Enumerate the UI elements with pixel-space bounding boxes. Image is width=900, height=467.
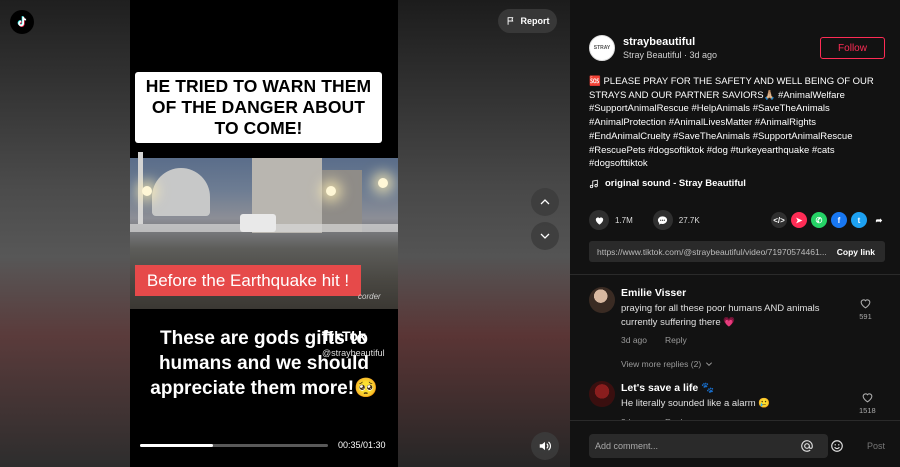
video-player[interactable]: HE TRIED TO WARN THEM OF THE DANGER ABOU… [130, 0, 398, 467]
van-shape [240, 214, 276, 232]
watermark-brand: TikTok [322, 328, 366, 344]
author-subline: Stray Beautiful · 3d ago [623, 50, 718, 60]
commenter-avatar[interactable] [589, 381, 615, 407]
twitter-icon[interactable]: t [851, 212, 867, 228]
comment-like[interactable]: 1518 [859, 391, 876, 415]
share-arrow-icon[interactable]: ➦ [871, 212, 887, 228]
commenter-name[interactable]: Let's save a life 🐾 [621, 381, 841, 394]
facebook-icon[interactable]: f [831, 212, 847, 228]
video-caption-top: HE TRIED TO WARN THEM OF THE DANGER ABOU… [135, 72, 382, 143]
comment-like-count: 591 [859, 312, 872, 321]
section-divider [570, 274, 900, 275]
share-buttons: </> ➤ ✆ f t ➦ [771, 212, 887, 228]
video-progress-bar[interactable] [140, 444, 328, 447]
sound-link[interactable]: original sound - Stray Beautiful [589, 178, 746, 189]
volume-button[interactable] [531, 432, 559, 460]
comment-bubble-icon [658, 215, 668, 225]
heart-outline-icon [860, 299, 871, 309]
mosque-shape [152, 168, 210, 216]
video-progress-fill [140, 444, 214, 447]
follow-button[interactable]: Follow [820, 37, 885, 59]
tiktok-note-icon [17, 16, 27, 27]
comment-button[interactable] [652, 210, 673, 230]
post-button[interactable]: Post [867, 441, 885, 451]
reply-button[interactable]: Reply [665, 335, 687, 345]
next-video-button[interactable] [531, 222, 559, 250]
whatsapp-icon[interactable]: ✆ [811, 212, 827, 228]
copy-link-button[interactable]: Copy link [827, 247, 885, 257]
author-username[interactable]: straybeautiful [623, 36, 717, 48]
building-shape-secondary [322, 170, 362, 232]
tiktok-logo-icon[interactable] [10, 10, 34, 34]
comment-meta: 3d ago Reply [621, 335, 841, 345]
author-avatar[interactable]: STRAY [589, 35, 615, 61]
heart-icon [595, 216, 603, 225]
commenter-name[interactable]: Emilie Visser [621, 287, 841, 299]
comment-count: 27.7K [678, 215, 700, 225]
report-label: Report [520, 16, 550, 26]
video-url[interactable]: https://www.tiktok.com/@straybeautiful/v… [589, 247, 827, 257]
send-friends-icon[interactable]: ➤ [791, 212, 807, 228]
flag-icon [507, 17, 513, 25]
comment-composer: Post [570, 420, 900, 467]
comment-body: Emilie Visser praying for all these poor… [621, 287, 841, 345]
video-description: 🆘 PLEASE PRAY FOR THE SAFETY AND WELL BE… [589, 76, 874, 170]
chevron-down-icon [540, 233, 550, 239]
copy-link-box: https://www.tiktok.com/@straybeautiful/v… [589, 241, 885, 262]
like-count: 1.7M [615, 215, 633, 225]
engagement-stats: 1.7M 27.7K [589, 210, 700, 230]
view-more-replies-label: View more replies (2) [621, 359, 702, 369]
chevron-up-icon [540, 199, 550, 205]
comment-text: praying for all these poor humans AND an… [621, 303, 820, 328]
comment-input[interactable] [589, 434, 828, 458]
street-light [378, 178, 388, 188]
mention-icon[interactable] [800, 439, 814, 453]
heart-outline-icon [862, 393, 873, 403]
video-red-label: Before the Earthquake hit ! [135, 265, 361, 296]
tiktok-watermark: TikTok @straybeautiful [322, 328, 385, 358]
like-button[interactable] [589, 210, 609, 230]
video-stage: Report HE TRIED TO WARN THEM OF THE DANG… [0, 0, 570, 467]
emoji-icon[interactable] [830, 439, 844, 453]
embed-icon[interactable]: </> [771, 212, 787, 228]
blurred-backdrop-left [0, 0, 130, 467]
volume-icon [539, 441, 551, 451]
street-light [326, 186, 336, 196]
author-info[interactable]: STRAY straybeautiful Stray Beautiful · 3… [589, 35, 717, 61]
chevron-down-icon [706, 362, 713, 367]
music-note-icon [589, 179, 598, 188]
watermark-username: @straybeautiful [322, 348, 385, 358]
author-display-name: Stray Beautiful [623, 50, 682, 60]
commenter-avatar[interactable] [589, 287, 615, 313]
details-panel: STRAY straybeautiful Stray Beautiful · 3… [570, 0, 900, 467]
comment-text: He literally sounded like a alarm 🥲 [621, 398, 771, 409]
street-light [142, 186, 152, 196]
report-button[interactable]: Report [498, 9, 557, 33]
previous-video-button[interactable] [531, 188, 559, 216]
comment-like[interactable]: 591 [859, 297, 872, 321]
video-time: 00:35/01:30 [338, 440, 386, 450]
tiktok-video-page: Report HE TRIED TO WARN THEM OF THE DANG… [0, 0, 900, 467]
comment-like-count: 1518 [859, 406, 876, 415]
comment-time: 3d ago [621, 335, 647, 345]
sound-title: original sound - Stray Beautiful [605, 178, 746, 189]
post-time: 3d ago [689, 50, 718, 60]
view-more-replies[interactable]: View more replies (2) [621, 359, 713, 369]
recorder-watermark: corder [358, 292, 381, 301]
